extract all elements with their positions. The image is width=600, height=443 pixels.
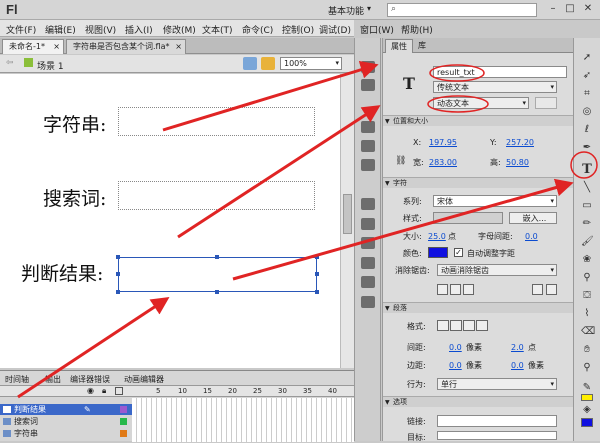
annotation-circle [570, 151, 598, 179]
annotation-arrow [177, 105, 381, 239]
tutorial-annotation-overlay [17, 61, 598, 399]
annotation-arrow [232, 178, 574, 281]
annotation-arrow [162, 61, 379, 132]
annotation-circle [427, 95, 489, 113]
annotation-circle [429, 64, 485, 82]
annotation-arrow [17, 297, 170, 399]
